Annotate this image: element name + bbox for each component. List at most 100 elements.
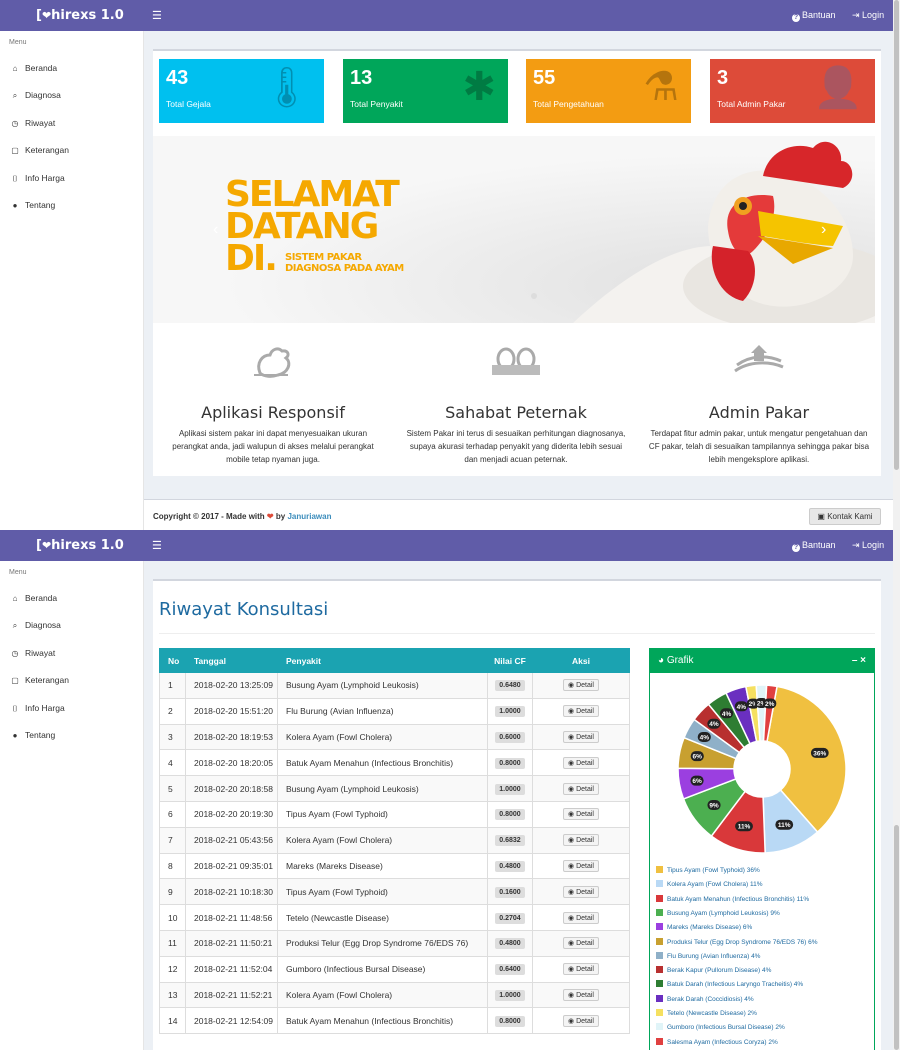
info-icon: ● [12, 731, 18, 740]
legend-item[interactable]: Tetelo (Newcastle Disease) 2% [656, 1009, 757, 1017]
legend-item[interactable]: Kolera Ayam (Fowl Cholera) 11% [656, 880, 763, 888]
carousel-prev-icon[interactable]: ‹ [213, 221, 218, 239]
detail-button[interactable]: ◉ Detail [563, 988, 599, 1001]
brand-logo[interactable]: [❤hirexs 1.0 [36, 538, 124, 553]
info-icon: ● [12, 201, 18, 210]
row-penyakit: Kolera Ayam (Fowl Cholera) [277, 826, 488, 854]
pie-chart: 36%11%11%9%6%6%4%4%4%4% 2%2%2% [677, 684, 847, 854]
legend-item[interactable]: Produksi Telur (Egg Drop Syndrome 76/EDS… [656, 937, 818, 946]
detail-button[interactable]: ◉ Detail [563, 911, 599, 924]
sidebar-item-info-harga[interactable]: ⌷ Info Harga [10, 701, 65, 715]
detail-button[interactable]: ◉ Detail [563, 963, 599, 976]
legend-item[interactable]: Busung Ayam (Lymphoid Leukosis) 9% [656, 908, 780, 917]
detail-button[interactable]: ◉ Detail [563, 937, 599, 950]
legend-item[interactable]: Berak Darah (Coccidiosis) 4% [656, 994, 754, 1003]
stat-pengetahuan[interactable]: 55 Total Pengetahuan ⚗ [526, 59, 691, 123]
cf-badge: 1.0000 [495, 783, 525, 795]
login-link[interactable]: ⇥ Login [852, 10, 884, 21]
sidebar-item-diagnosa[interactable]: ⌕ Diagnosa [10, 618, 61, 632]
sidebar-item-tentang[interactable]: ● Tentang [10, 728, 56, 742]
row-nilai-cf: 0.8000 [487, 1007, 533, 1035]
menu-header: Menu [9, 39, 27, 46]
legend-item[interactable]: Flu Burung (Avian Influenza) 4% [656, 951, 760, 960]
slice-label: 6% [690, 751, 704, 762]
legend-swatch [656, 908, 663, 916]
login-link[interactable]: ⇥ Login [852, 540, 884, 551]
legend-item[interactable]: Batuk Ayam Menahun (Infectious Bronchiti… [656, 894, 809, 903]
legend-swatch [656, 951, 663, 959]
legend-item[interactable]: Mareks (Mareks Disease) 6% [656, 923, 752, 931]
stat-admin[interactable]: 3 Total Admin Pakar 👤 [710, 59, 875, 123]
sidebar-item-beranda[interactable]: ⌂ Beranda [10, 591, 58, 605]
heart-icon: ❤ [266, 512, 274, 521]
table-row: 14 2018-02-21 12:54:09 Batuk Ayam Menahun … [159, 1007, 630, 1035]
detail-button[interactable]: ◉ Detail [563, 705, 599, 718]
row-nilai-cf: 1.0000 [487, 775, 533, 802]
sidebar-item-label: Beranda [25, 593, 58, 603]
detail-button[interactable]: ◉ Detail [563, 885, 599, 898]
chart-tools[interactable]: – × [852, 649, 866, 673]
stat-gejala[interactable]: 43 Total Gejala 🌡 [159, 59, 324, 123]
sidebar-toggle-icon[interactable]: ☰ [152, 539, 162, 552]
detail-button[interactable]: ◉ Detail [563, 1014, 599, 1027]
detail-button[interactable]: ◉ Detail [563, 808, 599, 821]
detail-button[interactable]: ◉ Detail [563, 834, 599, 847]
slice-label: 11% [735, 821, 753, 832]
detail-button[interactable]: ◉ Detail [563, 782, 599, 795]
slice-label-text: 4% [722, 711, 732, 718]
cf-badge: 0.4800 [495, 938, 525, 950]
scrollbar-thumb[interactable] [894, 0, 899, 470]
scrollbar[interactable] [893, 0, 900, 530]
col-aksi: Aksi [532, 648, 630, 673]
sidebar-item-keterangan[interactable]: ▢ Keterangan [10, 673, 69, 687]
scrollbar[interactable] [893, 530, 900, 1050]
sidebar-item-riwayat[interactable]: ◷ Riwayat [10, 646, 56, 660]
row-penyakit: Flu Burung (Avian Influenza) [277, 697, 488, 725]
help-link[interactable]: ? Bantuan [792, 540, 836, 552]
row-no: 1 [159, 672, 186, 699]
sidebar-item-keterangan[interactable]: ▢ Keterangan [10, 143, 69, 157]
row-aksi: ◉ Detail [532, 852, 630, 880]
row-penyakit: Kolera Ayam (Fowl Cholera) [277, 981, 488, 1009]
legend-item[interactable]: Tipus Ayam (Fowl Typhoid) 36% [656, 866, 760, 874]
farm-icon [639, 341, 879, 381]
table-row: 2 2018-02-20 15:51:20 Flu Burung (Avian In… [159, 697, 630, 725]
detail-button[interactable]: ◉ Detail [563, 730, 599, 743]
legend-swatch [656, 966, 663, 974]
author-link[interactable]: Januriawan [287, 512, 331, 521]
legend-swatch [656, 1009, 663, 1016]
riwayat-box: Riwayat Konsultasi No Tanggal Penyakit N… [153, 579, 881, 1050]
row-aksi: ◉ Detail [532, 878, 630, 906]
row-aksi: ◉ Detail [532, 1007, 630, 1035]
legend-label: Salesma Ayam (Infectious Coryza) 2% [667, 1038, 778, 1046]
table-row: 3 2018-02-20 18:19:53 Kolera Ayam (Fowl Ch… [159, 723, 630, 751]
brand-logo[interactable]: [❤hirexs 1.0 [36, 8, 124, 23]
stat-value: 3 [717, 67, 729, 89]
legend-swatch [656, 894, 663, 902]
contact-button[interactable]: ▣ Kontak Kami [809, 508, 881, 525]
scrollbar-thumb[interactable] [894, 825, 899, 1050]
sidebar-item-beranda[interactable]: ⌂ Beranda [10, 61, 58, 75]
stat-penyakit[interactable]: 13 Total Penyakit ✱ [343, 59, 508, 123]
detail-button[interactable]: ◉ Detail [563, 756, 599, 769]
sidebar-item-diagnosa[interactable]: ⌕ Diagnosa [10, 88, 61, 102]
legend-item[interactable]: Berak Kapur (Pullorum Disease) 4% [656, 966, 771, 974]
col-tanggal: Tanggal [185, 648, 278, 673]
legend-item[interactable]: Salesma Ayam (Infectious Coryza) 2% [656, 1037, 778, 1046]
detail-button[interactable]: ◉ Detail [563, 859, 599, 872]
detail-button[interactable]: ◉ Detail [563, 679, 599, 692]
sidebar-item-tentang[interactable]: ● Tentang [10, 198, 56, 212]
row-no: 3 [159, 723, 186, 751]
cf-badge: 0.1600 [495, 886, 525, 898]
farm-icon-graphic [734, 345, 784, 373]
row-tanggal: 2018-02-21 11:48:56 [185, 904, 278, 931]
sidebar-item-info-harga[interactable]: ⌷ Info Harga [10, 171, 65, 185]
help-link[interactable]: ? Bantuan [792, 10, 836, 22]
legend-item[interactable]: Batuk Darah (Infectious Laryngo Tracheit… [656, 980, 803, 988]
legend-item[interactable]: Gumboro (Infectious Bursal Disease) 2% [656, 1023, 785, 1031]
carousel-next-icon[interactable]: › [821, 221, 826, 239]
sidebar-toggle-icon[interactable]: ☰ [152, 9, 162, 22]
sidebar-item-riwayat[interactable]: ◷ Riwayat [10, 116, 56, 130]
home-icon: ⌂ [12, 64, 18, 73]
clock-icon: ◷ [11, 119, 19, 128]
